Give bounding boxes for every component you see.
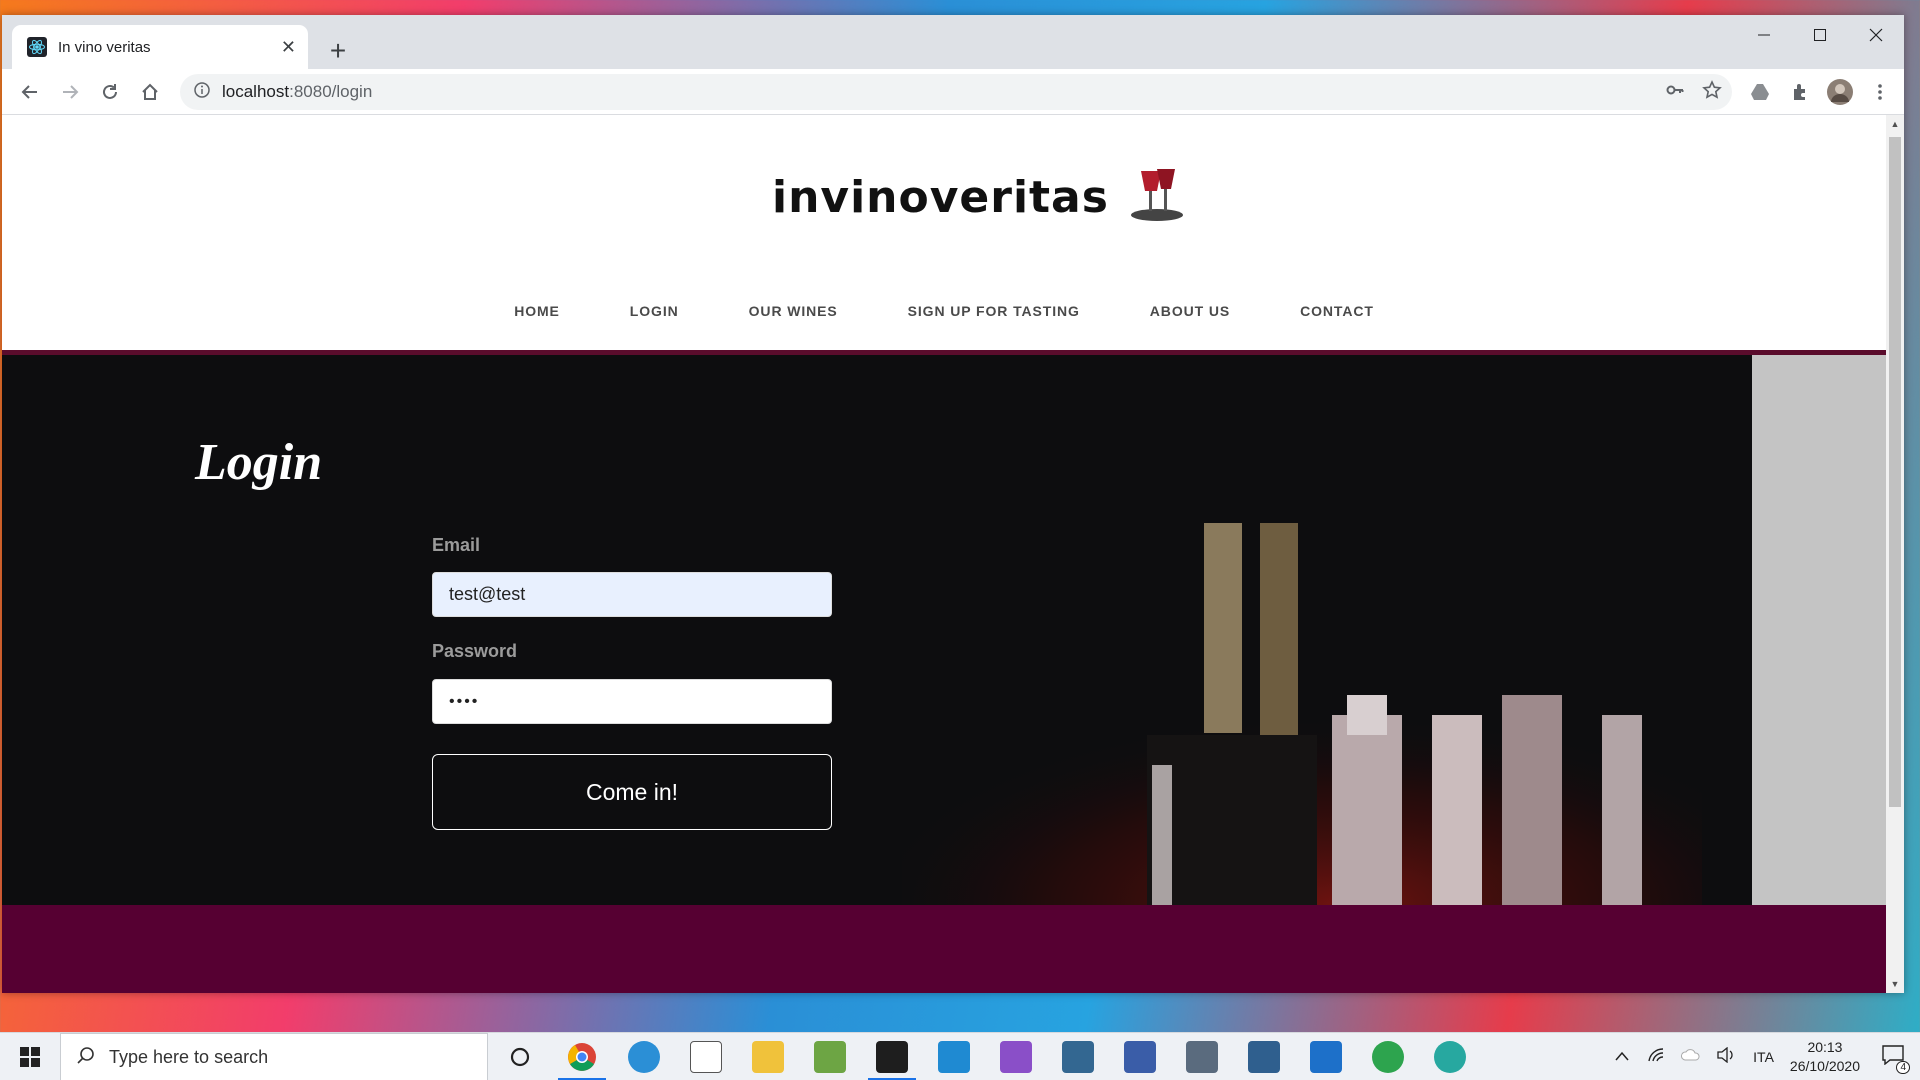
- search-placeholder: Type here to search: [109, 1046, 269, 1067]
- menu-kebab-icon[interactable]: [1862, 74, 1898, 110]
- scroll-thumb[interactable]: [1889, 137, 1901, 807]
- extensions-icon[interactable]: [1782, 74, 1818, 110]
- home-icon[interactable]: [132, 74, 168, 110]
- nav-login[interactable]: LOGIN: [630, 303, 679, 323]
- password-label: Password: [432, 641, 518, 661]
- browser-window: In vino veritas ✕ + localhost:8080/login…: [2, 15, 1904, 993]
- calculator-icon[interactable]: [1186, 1041, 1218, 1073]
- start-button[interactable]: [0, 1033, 60, 1080]
- tab-strip: In vino veritas ✕ +: [2, 15, 1904, 69]
- scroll-up-icon[interactable]: ▲: [1886, 115, 1904, 133]
- browser-toolbar: localhost:8080/login: [2, 69, 1904, 115]
- chrome-icon[interactable]: [566, 1041, 598, 1073]
- profile-avatar[interactable]: [1822, 74, 1858, 110]
- visual-studio-icon[interactable]: [1000, 1041, 1032, 1073]
- maximize-button[interactable]: [1792, 15, 1848, 55]
- clock-time: 20:13: [1807, 1039, 1843, 1055]
- email-field[interactable]: test@test: [432, 572, 832, 617]
- url-host: localhost: [222, 82, 290, 101]
- notification-count-badge: 4: [1896, 1060, 1910, 1074]
- site-footer: [2, 905, 1886, 993]
- edge-icon[interactable]: [628, 1041, 660, 1073]
- main-nav: HOME LOGIN OUR WINES SIGN UP FOR TASTING…: [2, 303, 1886, 323]
- key-icon[interactable]: [1666, 81, 1684, 104]
- web-page: invinoveritas HOME LOGIN OUR WINES SIGN …: [2, 115, 1886, 993]
- taskbar-clock[interactable]: 20:13 26/10/2020: [1790, 1038, 1860, 1076]
- file-explorer-icon[interactable]: [752, 1041, 784, 1073]
- vscode-icon[interactable]: [938, 1041, 970, 1073]
- site-logo[interactable]: invinoveritas: [772, 167, 1187, 228]
- url-path: :8080/login: [289, 82, 373, 101]
- terminal-icon[interactable]: [876, 1041, 908, 1073]
- password-field[interactable]: ••••: [432, 679, 832, 724]
- hero-side-panel: [1752, 355, 1886, 905]
- language-indicator[interactable]: ITA: [1753, 1049, 1774, 1065]
- search-icon: [77, 1046, 95, 1069]
- url-text: localhost:8080/login: [222, 82, 372, 102]
- nav-our-wines[interactable]: OUR WINES: [749, 303, 838, 323]
- chevron-up-icon[interactable]: [1615, 1048, 1629, 1066]
- back-icon[interactable]: [12, 74, 48, 110]
- wine-glass-icon: [1127, 167, 1187, 228]
- network-icon[interactable]: [1647, 1047, 1665, 1068]
- minimize-button[interactable]: [1736, 15, 1792, 55]
- come-in-button[interactable]: Come in!: [432, 754, 832, 830]
- cortana-icon[interactable]: [504, 1041, 536, 1073]
- nav-sign-up-for-tasting[interactable]: SIGN UP FOR TASTING: [908, 303, 1080, 323]
- info-icon[interactable]: [194, 81, 210, 103]
- forward-icon[interactable]: [52, 74, 88, 110]
- edge-dev-icon[interactable]: [1434, 1041, 1466, 1073]
- volume-icon[interactable]: [1717, 1046, 1735, 1068]
- login-hero: Login Email test@test Password •••• Come…: [2, 355, 1752, 905]
- nav-contact[interactable]: CONTACT: [1300, 303, 1374, 323]
- onedrive-icon[interactable]: [1681, 1048, 1701, 1066]
- maps-icon[interactable]: [1372, 1041, 1404, 1073]
- taskbar-search-box[interactable]: Type here to search: [60, 1033, 488, 1080]
- reload-icon[interactable]: [92, 74, 128, 110]
- clock-date: 26/10/2020: [1789, 1058, 1860, 1074]
- notepad-icon[interactable]: [690, 1041, 722, 1073]
- scroll-down-icon[interactable]: ▼: [1886, 975, 1904, 993]
- system-tray: ITA 20:13 26/10/2020 4: [1605, 1033, 1920, 1080]
- address-bar[interactable]: localhost:8080/login: [180, 74, 1732, 110]
- browser-tab[interactable]: In vino veritas ✕: [12, 25, 308, 69]
- ssms-icon[interactable]: [1248, 1041, 1280, 1073]
- logo-text: invinoveritas: [772, 171, 1109, 223]
- wine-bottles-image: [902, 523, 1702, 905]
- nav-home[interactable]: HOME: [514, 303, 560, 323]
- drive-icon[interactable]: [1742, 74, 1778, 110]
- page-scrollbar[interactable]: ▲ ▼: [1886, 115, 1904, 993]
- tab-title: In vino veritas: [58, 38, 151, 56]
- notification-center-icon[interactable]: 4: [1882, 1044, 1910, 1074]
- react-favicon-icon: [26, 36, 48, 58]
- omnibox-actions: [1666, 74, 1722, 110]
- bookmark-star-icon[interactable]: [1702, 79, 1722, 105]
- nav-about-us[interactable]: ABOUT US: [1150, 303, 1230, 323]
- email-label: Email: [432, 535, 481, 555]
- remote-desktop-icon[interactable]: [1124, 1041, 1156, 1073]
- minecraft-icon[interactable]: [814, 1041, 846, 1073]
- close-tab-icon[interactable]: ✕: [281, 37, 296, 58]
- windows-taskbar: Type here to search ITA 20:13 26/10/2020…: [0, 1032, 1920, 1080]
- desktop-wallpaper: [0, 0, 1920, 16]
- window-app-icon[interactable]: [1310, 1041, 1342, 1073]
- login-title: Login: [195, 434, 323, 491]
- new-tab-button[interactable]: +: [320, 33, 356, 69]
- close-window-button[interactable]: [1848, 15, 1904, 55]
- postgres-icon[interactable]: [1062, 1041, 1094, 1073]
